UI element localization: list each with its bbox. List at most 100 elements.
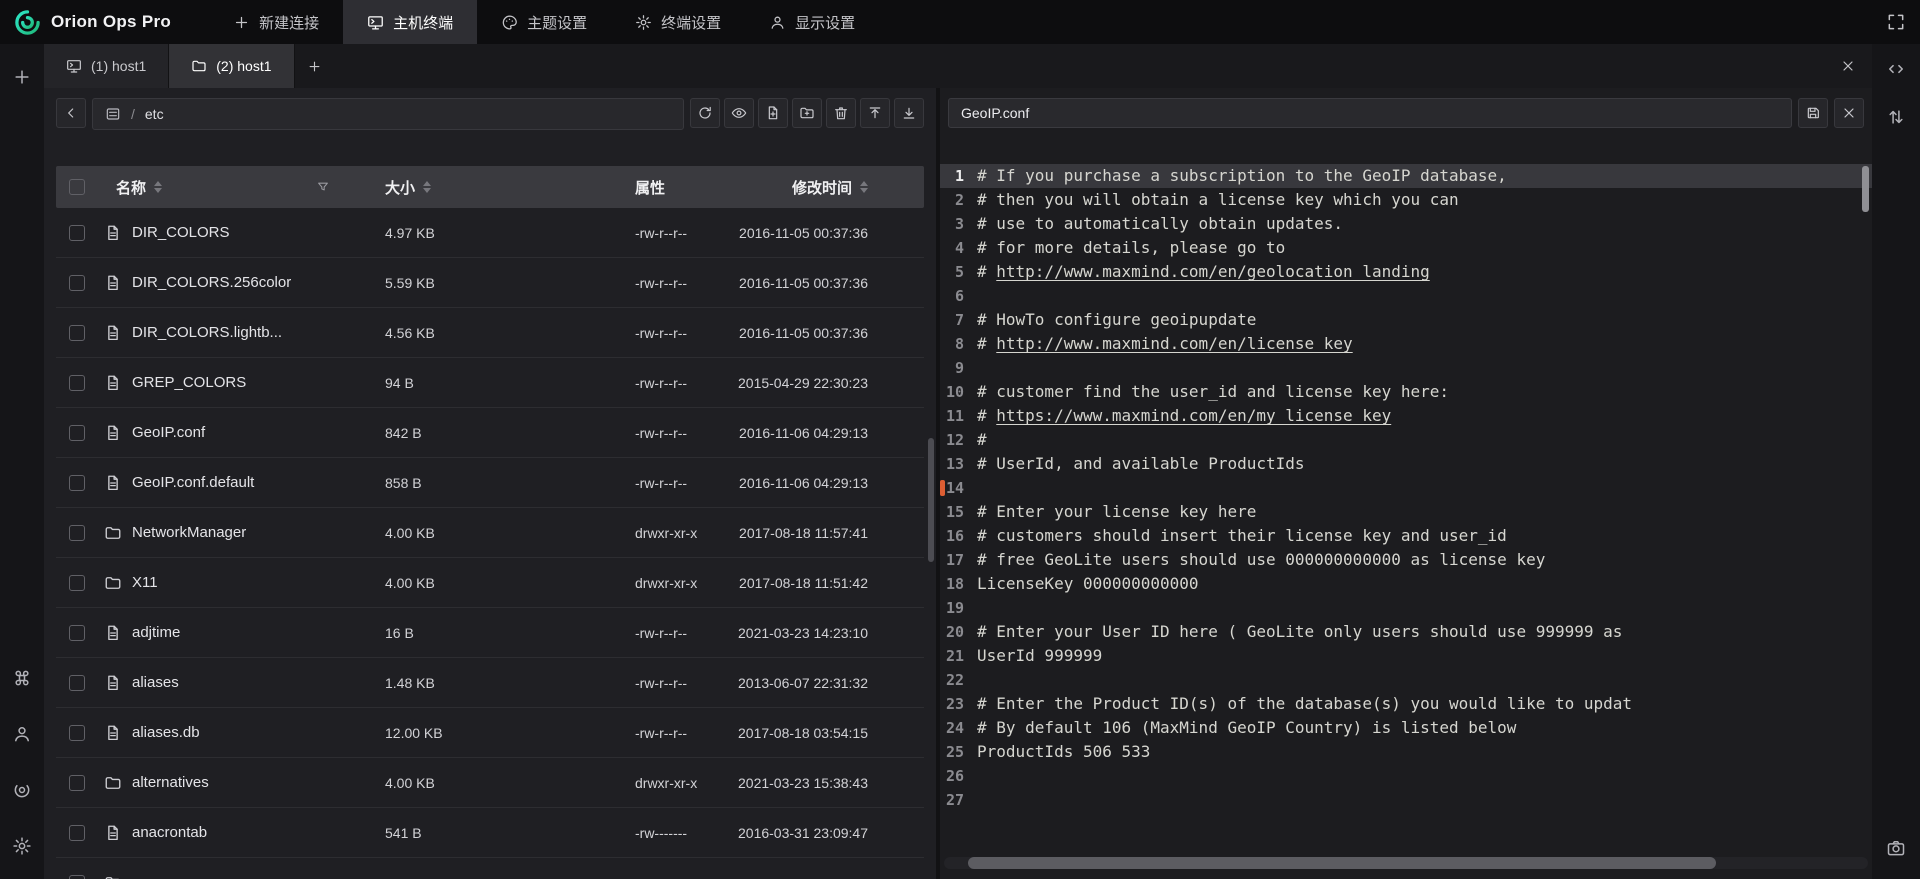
file-name-cell	[100, 858, 340, 879]
transfer-list-button[interactable]	[1876, 100, 1916, 134]
back-button[interactable]	[56, 98, 86, 128]
row-checkbox[interactable]	[69, 875, 85, 879]
brand-ring-button[interactable]	[2, 773, 42, 807]
row-checkbox[interactable]	[69, 575, 85, 591]
file-attr-cell: -rw-r--r--	[590, 408, 730, 457]
code-link[interactable]: https://www.maxmind.com/en/my_license_ke…	[996, 406, 1391, 425]
select-all-checkbox[interactable]	[69, 179, 85, 195]
file-attr-cell: -rw-r--r--	[590, 658, 730, 707]
row-select-cell	[56, 608, 100, 657]
table-row[interactable]: adjtime16 B-rw-r--r--2021-03-23 14:23:10	[56, 608, 924, 658]
file-icon	[104, 624, 122, 642]
screenshot-button[interactable]	[1876, 831, 1916, 865]
code-view-button[interactable]	[1876, 52, 1916, 86]
row-checkbox[interactable]	[69, 475, 85, 491]
close-tabs-button[interactable]	[1830, 44, 1866, 88]
menu-item-display-settings[interactable]: 显示设置	[745, 0, 879, 44]
save-file-button[interactable]	[1798, 98, 1828, 128]
row-checkbox[interactable]	[69, 525, 85, 541]
new-file-icon	[765, 105, 781, 121]
new-file-button[interactable]	[758, 98, 788, 128]
menu-item-theme-settings[interactable]: 主题设置	[477, 0, 611, 44]
column-header-name[interactable]: 名称	[100, 166, 340, 208]
tab-1[interactable]: (1) host1	[44, 44, 169, 88]
file-mtime-cell: 2016-03-31 23:09:47	[730, 808, 924, 857]
line-text: # Enter your license key here	[977, 500, 1256, 524]
download-icon	[901, 105, 917, 121]
file-attr-cell: drwxr-xr-x	[590, 558, 730, 607]
row-checkbox[interactable]	[69, 375, 85, 391]
table-row[interactable]: DIR_COLORS.256color5.59 KB-rw-r--r--2016…	[56, 258, 924, 308]
shortcuts-button[interactable]	[2, 661, 42, 695]
refresh-button[interactable]	[690, 98, 720, 128]
fullscreen-button[interactable]	[1872, 0, 1920, 44]
file-list-scroll-thumb[interactable]	[928, 438, 934, 562]
table-row[interactable]: aliases.db12.00 KB-rw-r--r--2017-08-18 0…	[56, 708, 924, 758]
editor-vscrollbar[interactable]	[1862, 166, 1869, 212]
table-row[interactable]: DIR_COLORS4.97 KB-rw-r--r--2016-11-05 00…	[56, 208, 924, 258]
table-row[interactable]: GeoIP.conf.default858 B-rw-r--r--2016-11…	[56, 458, 924, 508]
path-segment[interactable]: etc	[145, 106, 164, 122]
code-line: 1# If you purchase a subscription to the…	[940, 164, 1872, 188]
table-row[interactable]: DIR_COLORS.lightb...4.56 KB-rw-r--r--201…	[56, 308, 924, 358]
line-text: ProductIds 506 533	[977, 740, 1150, 764]
new-folder-button[interactable]	[792, 98, 822, 128]
column-header-size[interactable]: 大小	[340, 166, 590, 208]
users-button[interactable]	[2, 717, 42, 751]
upload-button[interactable]	[860, 98, 890, 128]
preview-button[interactable]	[724, 98, 754, 128]
breadcrumb[interactable]: /etc	[92, 98, 684, 130]
line-text: # Enter your User ID here ( GeoLite only…	[977, 620, 1622, 644]
file-name-cell: aliases	[100, 658, 340, 707]
row-checkbox[interactable]	[69, 725, 85, 741]
table-row[interactable]: anacrontab541 B-rw-------2016-03-31 23:0…	[56, 808, 924, 858]
code-area[interactable]: 1# If you purchase a subscription to the…	[940, 164, 1872, 855]
editor-hscrollbar[interactable]	[944, 857, 1868, 869]
menu-item-new-connection[interactable]: 新建连接	[209, 0, 343, 44]
row-checkbox[interactable]	[69, 325, 85, 341]
line-number: 5	[940, 260, 964, 284]
plus-icon	[233, 14, 250, 31]
table-row[interactable]: GeoIP.conf842 B-rw-r--r--2016-11-06 04:2…	[56, 408, 924, 458]
row-checkbox[interactable]	[69, 425, 85, 441]
menu-item-host-terminal[interactable]: 主机终端	[343, 0, 477, 44]
add-connection-button[interactable]	[2, 60, 42, 94]
table-row[interactable]: X114.00 KBdrwxr-xr-x2017-08-18 11:51:42	[56, 558, 924, 608]
row-checkbox[interactable]	[69, 775, 85, 791]
file-name-cell: adjtime	[100, 608, 340, 657]
settings-button[interactable]	[2, 829, 42, 863]
table-row[interactable]	[56, 858, 924, 879]
line-number: 6	[940, 284, 964, 308]
close-editor-button[interactable]	[1834, 98, 1864, 128]
row-checkbox[interactable]	[69, 225, 85, 241]
filter-icon[interactable]	[316, 180, 330, 194]
code-link[interactable]: http://www.maxmind.com/en/geolocation_la…	[996, 262, 1429, 281]
line-text: # http://www.maxmind.com/en/license_key	[977, 332, 1353, 356]
file-size-cell: 12.00 KB	[340, 708, 590, 757]
modified-marker	[940, 480, 945, 496]
table-row[interactable]: NetworkManager4.00 KBdrwxr-xr-x2017-08-1…	[56, 508, 924, 558]
table-row[interactable]: alternatives4.00 KBdrwxr-xr-x2021-03-23 …	[56, 758, 924, 808]
tab-2[interactable]: (2) host1	[169, 44, 294, 88]
table-row[interactable]: GREP_COLORS94 B-rw-r--r--2015-04-29 22:3…	[56, 358, 924, 408]
editor-hscroll-thumb[interactable]	[968, 857, 1716, 869]
line-number: 13	[940, 452, 964, 476]
tab-label: (1) host1	[91, 58, 146, 74]
code-link[interactable]: http://www.maxmind.com/en/license_key	[996, 334, 1352, 353]
download-button[interactable]	[894, 98, 924, 128]
line-text: UserId 999999	[977, 644, 1102, 668]
row-checkbox[interactable]	[69, 625, 85, 641]
menu-item-terminal-settings[interactable]: 终端设置	[611, 0, 745, 44]
row-checkbox[interactable]	[69, 675, 85, 691]
new-tab-button[interactable]	[295, 44, 335, 88]
file-icon	[104, 474, 122, 492]
row-checkbox[interactable]	[69, 825, 85, 841]
table-row[interactable]: aliases1.48 KB-rw-r--r--2013-06-07 22:31…	[56, 658, 924, 708]
delete-button[interactable]	[826, 98, 856, 128]
line-number: 23	[940, 692, 964, 716]
file-list-scrollbar[interactable]	[928, 438, 934, 562]
column-header-mtime[interactable]: 修改时间	[730, 166, 924, 208]
row-checkbox[interactable]	[69, 275, 85, 291]
editor-filename[interactable]: GeoIP.conf	[948, 98, 1792, 128]
line-number: 9	[940, 356, 964, 380]
